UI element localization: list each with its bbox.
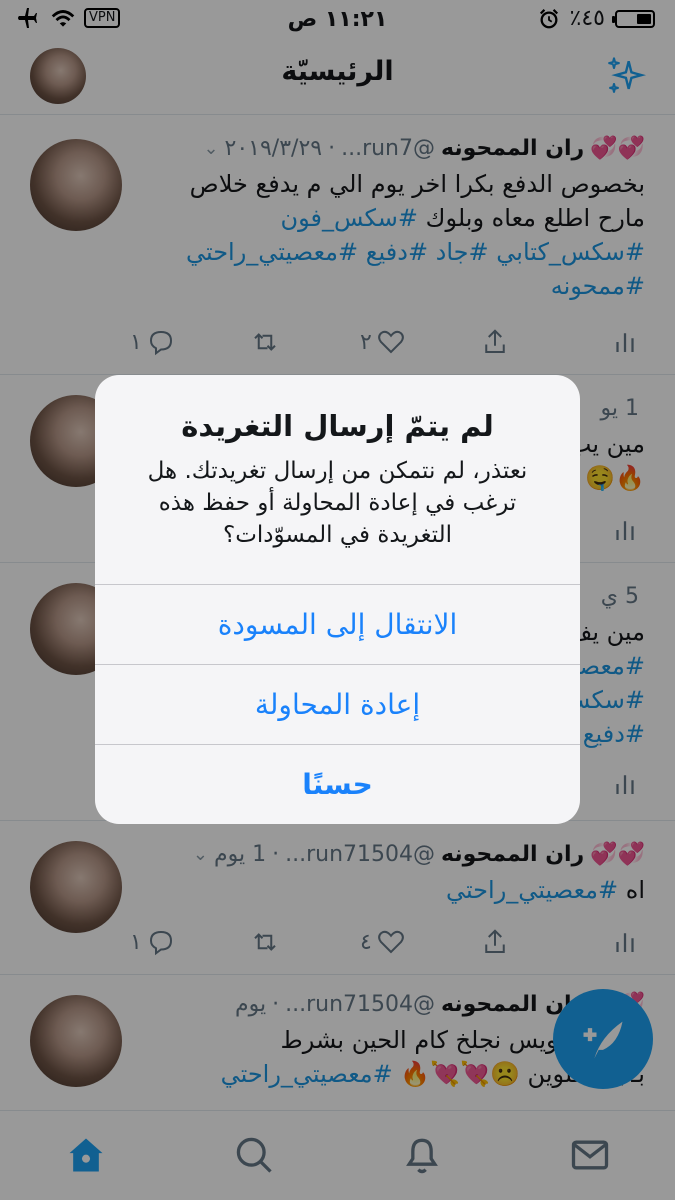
- alert-message: نعتذر، لم نتمكن من إرسال تغريدتك. هل ترغ…: [147, 458, 528, 548]
- alert-title: لم يتمّ إرسال التغريدة: [181, 409, 494, 443]
- go-to-drafts-button[interactable]: الانتقال إلى المسودة: [95, 584, 580, 665]
- ok-button[interactable]: حسنًا: [95, 744, 580, 824]
- tweet-failed-alert: لم يتمّ إرسال التغريدة نعتذر، لم نتمكن م…: [95, 375, 580, 824]
- retry-button[interactable]: إعادة المحاولة: [95, 664, 580, 745]
